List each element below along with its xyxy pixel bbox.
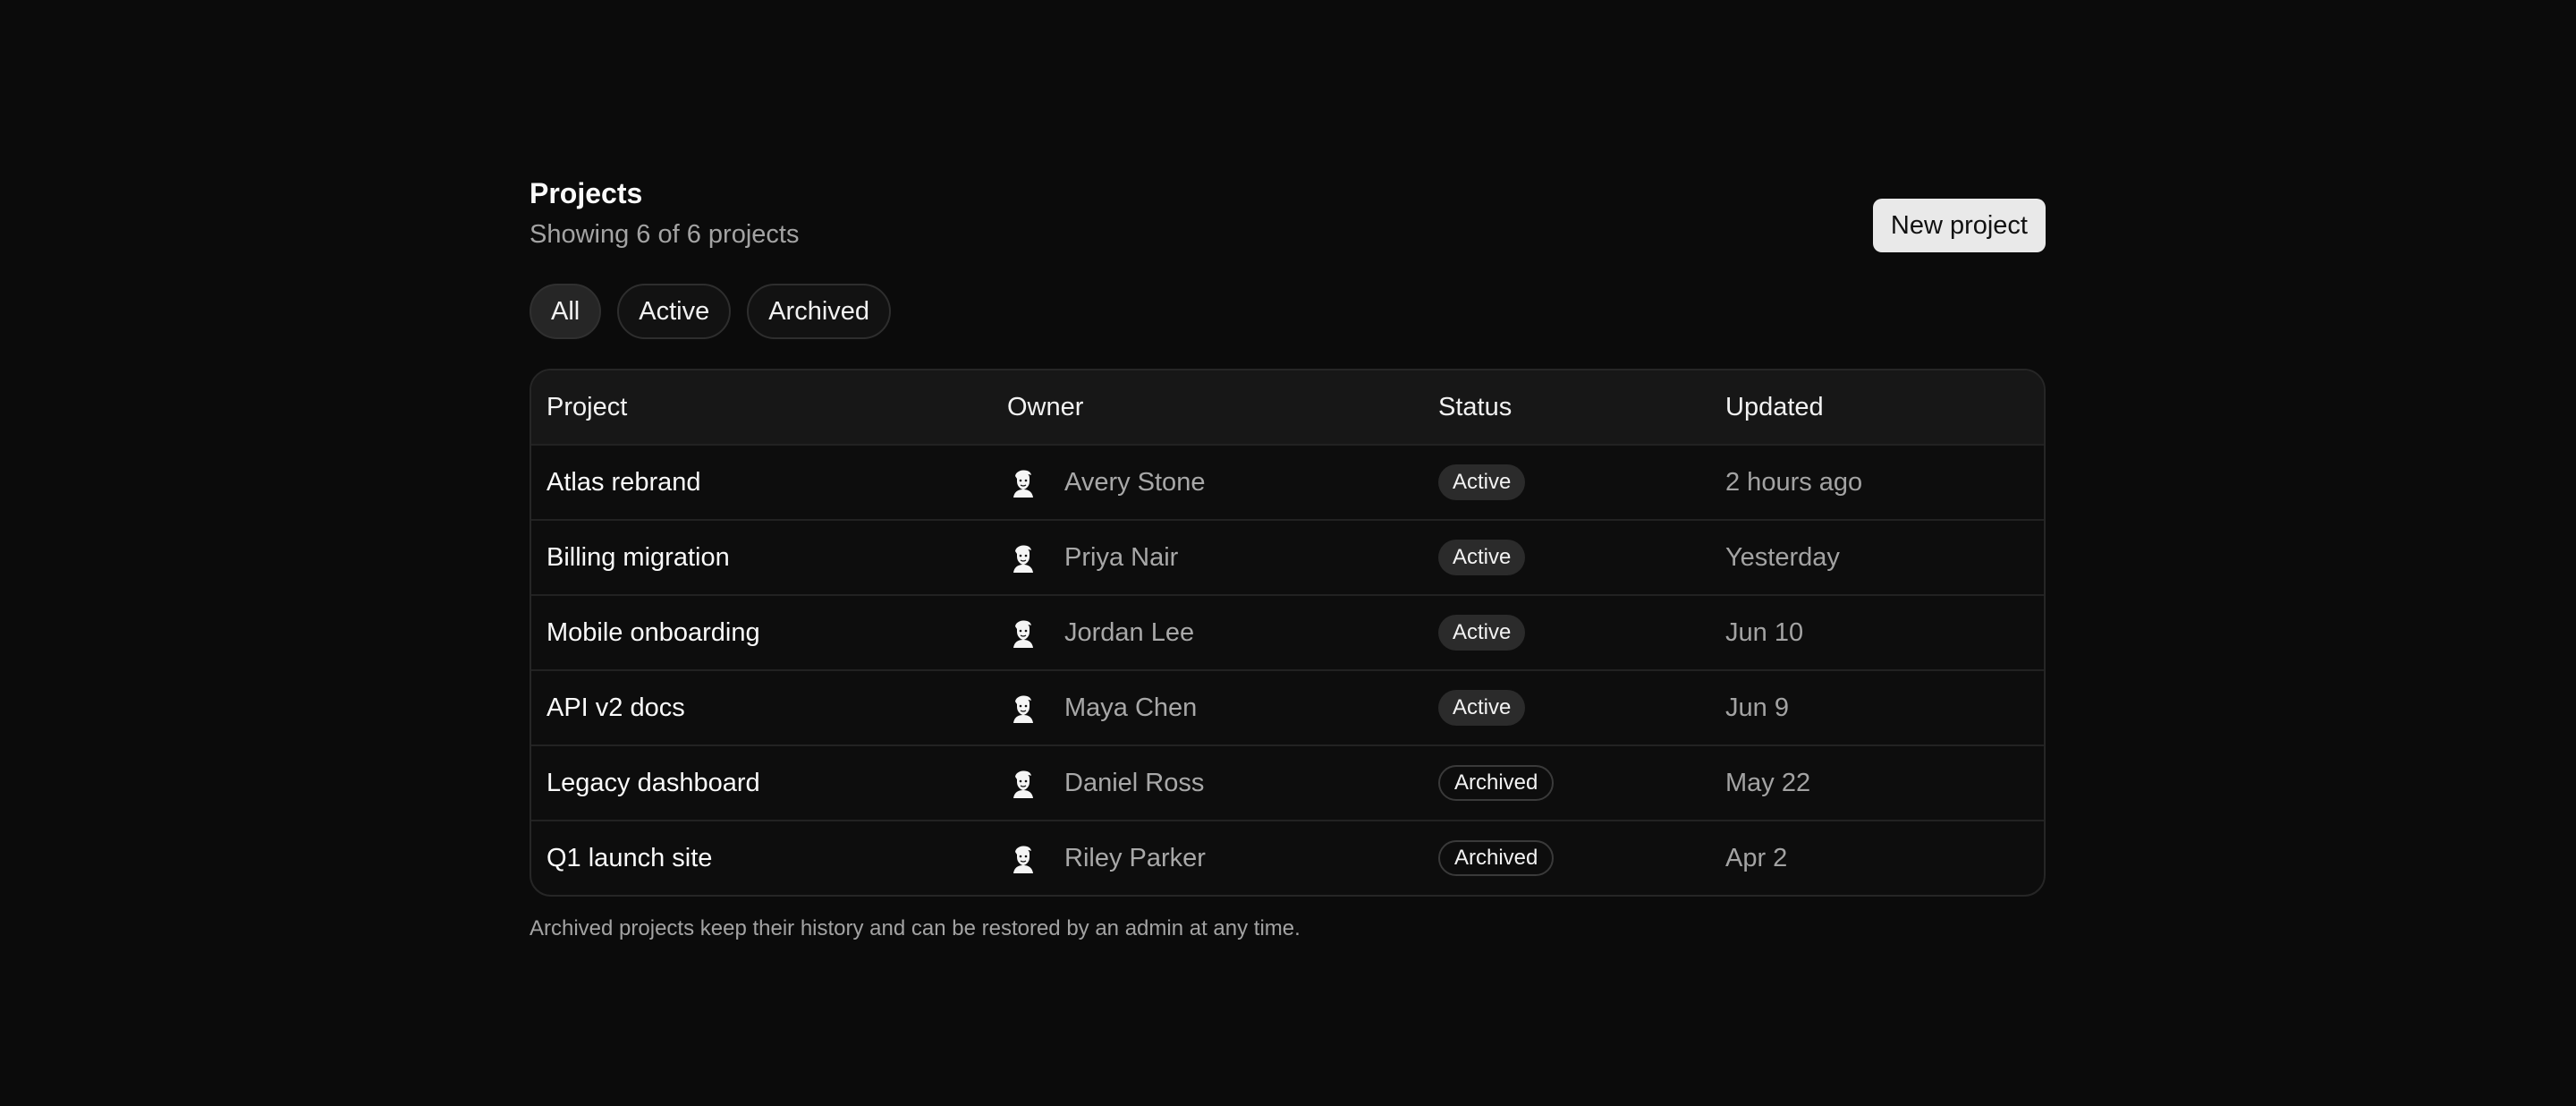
table-header: Project Owner Status Updated — [531, 370, 2044, 444]
filter-active-chip[interactable]: Active — [617, 284, 732, 339]
owner-name: Jordan Lee — [1064, 617, 1195, 647]
filter-all-chip[interactable]: All — [530, 284, 602, 339]
updated-time: Apr 2 — [1725, 843, 1788, 872]
table-row[interactable]: Billing migration Priya Nair Active Yest… — [531, 519, 2044, 594]
filter-archived-chip[interactable]: Archived — [747, 284, 892, 339]
project-name[interactable]: Billing migration — [547, 543, 730, 572]
project-name[interactable]: Atlas rebrand — [547, 468, 701, 497]
avatar-icon — [1007, 541, 1039, 574]
updated-time: May 22 — [1725, 768, 1811, 797]
status-badge: Active — [1438, 540, 1526, 575]
avatar-icon — [1007, 466, 1039, 498]
status-badge: Archived — [1438, 840, 1555, 876]
footnote: Archived projects keep their history and… — [530, 916, 1301, 940]
column-header-owner[interactable]: Owner — [1007, 393, 1438, 422]
avatar-icon — [1007, 617, 1039, 649]
project-name[interactable]: API v2 docs — [547, 693, 685, 722]
avatar-icon — [1007, 842, 1039, 874]
project-name[interactable]: Q1 launch site — [547, 844, 712, 872]
table-row[interactable]: Legacy dashboard Daniel Ross Archived Ma… — [531, 744, 2044, 820]
project-name[interactable]: Legacy dashboard — [547, 769, 760, 797]
owner-name: Riley Parker — [1064, 843, 1206, 872]
filter-chips: All Active Archived — [530, 283, 2046, 340]
project-name[interactable]: Mobile onboarding — [547, 618, 760, 647]
avatar-icon — [1007, 767, 1039, 799]
owner-name: Maya Chen — [1064, 693, 1198, 722]
page-header: Projects Showing 6 of 6 projects New pro… — [530, 175, 2046, 258]
column-header-project[interactable]: Project — [531, 393, 1007, 422]
status-badge: Active — [1438, 690, 1526, 726]
updated-time: Jun 9 — [1725, 693, 1789, 722]
column-header-updated[interactable]: Updated — [1725, 393, 2044, 422]
status-badge: Active — [1438, 464, 1526, 500]
table-row[interactable]: Q1 launch site Riley Parker Archived Apr… — [531, 820, 2044, 895]
status-badge: Active — [1438, 615, 1526, 651]
owner-name: Priya Nair — [1064, 542, 1179, 572]
table-row[interactable]: Mobile onboarding Jordan Lee Active Jun … — [531, 594, 2044, 669]
column-header-status[interactable]: Status — [1438, 393, 1725, 422]
new-project-button[interactable]: New project — [1872, 199, 2046, 252]
page-subtitle: Showing 6 of 6 projects — [530, 220, 800, 249]
projects-page: Projects Showing 6 of 6 projects New pro… — [530, 175, 2046, 941]
table-body: Atlas rebrand Avery Stone Active 2 hours… — [531, 444, 2044, 895]
table-row[interactable]: API v2 docs Maya Chen Active Jun 9 — [531, 669, 2044, 744]
avatar-icon — [1007, 692, 1039, 724]
status-badge: Archived — [1438, 765, 1555, 801]
updated-time: Yesterday — [1725, 542, 1840, 572]
projects-table: Project Owner Status Updated Atlas rebra… — [530, 369, 2046, 897]
page-title: Projects — [530, 177, 643, 209]
owner-name: Avery Stone — [1064, 467, 1206, 497]
updated-time: Jun 10 — [1725, 617, 1804, 647]
table-row[interactable]: Atlas rebrand Avery Stone Active 2 hours… — [531, 444, 2044, 519]
updated-time: 2 hours ago — [1725, 467, 1863, 497]
owner-name: Daniel Ross — [1064, 768, 1205, 797]
